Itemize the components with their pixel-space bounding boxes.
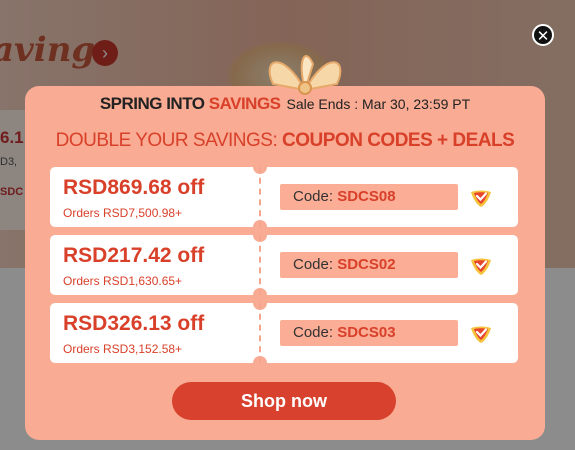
code-label: Code: (293, 256, 338, 273)
code-label: Code: (293, 324, 338, 341)
coupon-code: SDCS03 (337, 324, 396, 341)
popup-subheading: DOUBLE YOUR SAVINGS: COUPON CODES + DEAL… (25, 130, 545, 152)
promo-popup: SPRING INTO SAVINGS Sale Ends : Mar 30, 2… (25, 55, 545, 440)
coupon-code: SDCS02 (337, 256, 396, 273)
close-icon[interactable]: ✕ (532, 24, 554, 46)
code-label: Code: (293, 188, 338, 205)
coupon-code-box[interactable]: Code: SDCS08 (280, 184, 458, 210)
coupon-divider (259, 235, 261, 295)
coupon-code-box[interactable]: Code: SDCS02 (280, 252, 458, 278)
coupon-divider (259, 303, 261, 363)
coupon-divider (259, 167, 261, 227)
coupon-amount: RSD326.13 off (63, 312, 205, 335)
headline-part1: SPRING INTO (99, 94, 209, 113)
copy-check-icon[interactable] (468, 320, 494, 346)
coupon-minimum: Orders RSD3,152.58+ (63, 342, 183, 356)
coupon-minimum: Orders RSD1,630.65+ (63, 274, 183, 288)
coupon-card: RSD869.68 off Orders RSD7,500.98+ Code: … (50, 160, 518, 234)
popup-headline: SPRING INTO SAVINGS Sale Ends : Mar 30, 2… (25, 94, 545, 114)
coupon-code: SDCS08 (337, 188, 396, 205)
coupon-card: RSD326.13 off Orders RSD3,152.58+ Code: … (50, 296, 518, 370)
coupon-code-box[interactable]: Code: SDCS03 (280, 320, 458, 346)
headline-part2: SAVINGS (208, 94, 281, 113)
copy-check-icon[interactable] (468, 252, 494, 278)
coupon-amount: RSD869.68 off (63, 176, 205, 199)
gift-bow-icon (268, 55, 342, 95)
sale-ends-text: Sale Ends : Mar 30, 23:59 PT (286, 96, 471, 112)
subhead-bold: COUPON CODES + DEALS (282, 130, 515, 151)
copy-check-icon[interactable] (468, 184, 494, 210)
shop-now-button[interactable]: Shop now (172, 382, 396, 420)
subhead-regular: DOUBLE YOUR SAVINGS: (55, 130, 283, 151)
coupon-card: RSD217.42 off Orders RSD1,630.65+ Code: … (50, 228, 518, 302)
coupon-minimum: Orders RSD7,500.98+ (63, 206, 183, 220)
coupon-amount: RSD217.42 off (63, 244, 205, 267)
